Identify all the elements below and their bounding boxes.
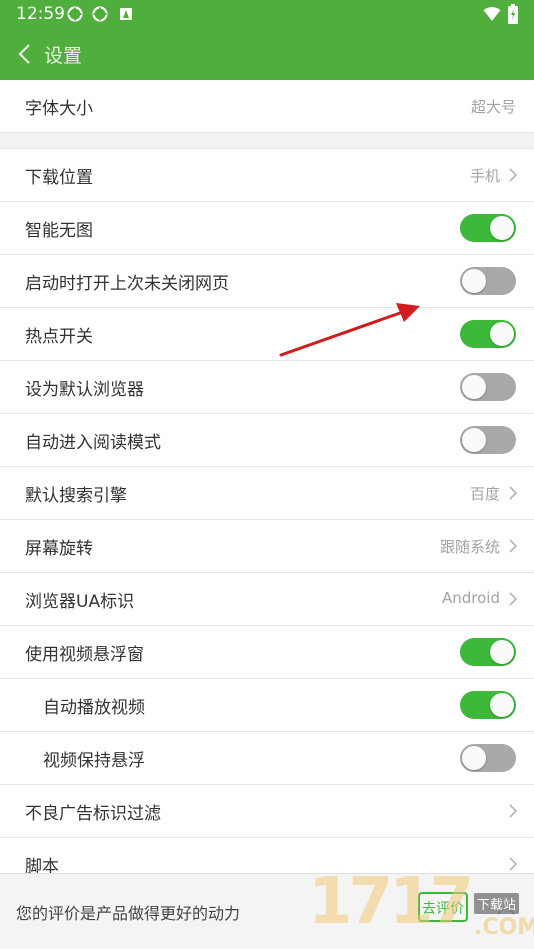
toggle-knob [462,375,486,399]
section-divider [0,133,534,149]
setting-label: 视频保持悬浮 [43,751,145,771]
back-arrow-icon[interactable] [12,40,38,68]
setting-label: 热点开关 [25,327,93,347]
setting-rotation[interactable]: 屏幕旋转 跟随系统 [0,520,534,573]
toggle-knob [490,216,514,240]
toggle-knob [462,746,486,770]
wifi-icon [483,7,501,21]
setting-default-browser: 设为默认浏览器 [0,361,534,414]
setting-font-size[interactable]: 字体大小 超大号 [0,80,534,133]
setting-download-location[interactable]: 下载位置 手机 [0,149,534,202]
setting-value: 跟随系统 [439,538,500,556]
chevron-right-icon [509,486,518,500]
setting-label: 自动进入阅读模式 [25,433,161,453]
setting-label: 启动时打开上次未关闭网页 [25,274,229,294]
setting-label: 自动播放视频 [43,698,145,718]
setting-value: 手机 [469,167,500,185]
smart-no-image-toggle[interactable] [460,214,516,242]
watermark-domain: .COM [474,915,534,940]
chevron-right-icon [509,804,518,818]
setting-value: 百度 [469,485,500,503]
setting-label: 不良广告标识过滤 [25,804,161,824]
setting-auto-reader: 自动进入阅读模式 [0,414,534,467]
rating-message: 您的评价是产品做得更好的动力 [16,904,241,923]
watermark-logo: 1717 [308,865,474,939]
keep-float-toggle[interactable] [460,744,516,772]
hotspot-toggle[interactable] [460,320,516,348]
chevron-right-icon [509,168,518,182]
toggle-knob [490,322,514,346]
setting-auto-play-video: 自动播放视频 [0,679,534,732]
chevron-right-icon [509,592,518,606]
setting-label: 字体大小 [25,99,93,119]
setting-label: 屏幕旋转 [25,539,93,559]
setting-smart-no-image: 智能无图 [0,202,534,255]
setting-label: 智能无图 [25,221,93,241]
setting-hotspot: 热点开关 [0,308,534,361]
default-browser-toggle[interactable] [460,373,516,401]
status-bar: 12:59 [0,0,534,28]
setting-label: 使用视频悬浮窗 [25,645,144,665]
setting-reopen-tabs: 启动时打开上次未关闭网页 [0,255,534,308]
sync-icon [92,6,108,22]
auto-play-toggle[interactable] [460,691,516,719]
battery-icon [508,4,518,24]
setting-label: 浏览器UA标识 [25,592,135,612]
setting-label: 设为默认浏览器 [25,380,144,400]
app-bar: 设置 [0,28,534,80]
toggle-knob [462,269,486,293]
settings-list: 字体大小 超大号 下载位置 手机 智能无图 启动时打开上次未关闭网页 热点开关 … [0,80,534,891]
setting-user-agent[interactable]: 浏览器UA标识 Android [0,573,534,626]
video-float-toggle[interactable] [460,638,516,666]
setting-video-float: 使用视频悬浮窗 [0,626,534,679]
toggle-knob [462,428,486,452]
page-title: 设置 [44,45,83,67]
setting-ad-filter[interactable]: 不良广告标识过滤 [0,785,534,838]
toggle-knob [490,693,514,717]
setting-label: 下载位置 [25,168,93,188]
auto-reader-toggle[interactable] [460,426,516,454]
reopen-tabs-toggle[interactable] [460,267,516,295]
setting-value: Android [442,589,500,607]
chevron-right-icon [509,539,518,553]
toggle-knob [490,640,514,664]
watermark-badge: 下载站 [474,893,520,914]
status-time: 12:59 [16,4,65,24]
setting-search-engine[interactable]: 默认搜索引擎 百度 [0,467,534,520]
setting-label: 默认搜索引擎 [25,486,127,506]
sync-icon [67,6,83,22]
setting-keep-float: 视频保持悬浮 [0,732,534,785]
chevron-right-icon [509,857,518,871]
setting-value: 超大号 [470,98,516,116]
app-notification-icon [120,8,132,20]
